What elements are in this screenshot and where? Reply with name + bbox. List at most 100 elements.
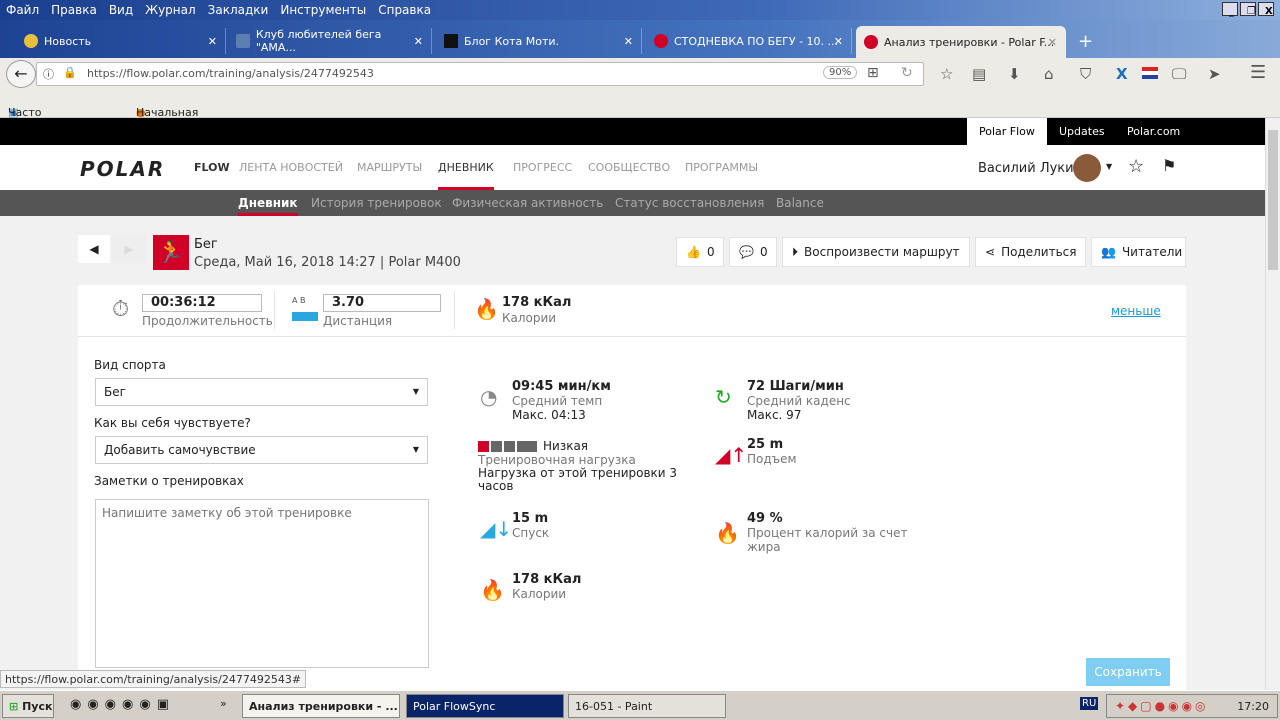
previous-session-button[interactable]: ◀ [78,235,110,263]
nav-routes[interactable]: МАРШРУТЫ [357,161,422,174]
duration-field[interactable]: 00:36:12 [142,294,262,312]
bookmarks-bar: ▣ Часто посещаемые ● Начальная страница [0,90,1280,132]
avatar[interactable] [1073,154,1101,182]
share-icon: ⋖ [985,245,996,259]
summary-row: ⏱ 00:36:12 Продолжительность A B 3.70 Ди… [78,285,1186,337]
subnav-history[interactable]: История тренировок [311,196,442,210]
sub-navigation: Дневник История тренировок Физическая ак… [0,190,1265,216]
zoom-level[interactable]: 90% [823,66,858,79]
menu-bookmarks[interactable]: Закладки [202,0,275,17]
feeling-label: Как вы себя чувствуете? [94,416,251,430]
sport-select[interactable]: Бег [95,378,428,406]
minimize-button[interactable]: _ [1222,2,1238,17]
subnav-balance[interactable]: Balance [776,196,824,210]
cat-icon [444,34,458,48]
nav-community[interactable]: СООБЩЕСТВО [588,161,670,174]
tab-stodnevka[interactable]: СТОДНЕВКА ПО БЕГУ - 10. ... ✕ [646,28,852,54]
send-icon[interactable]: ➤ [1208,65,1221,83]
favorites-star-icon[interactable]: ☆ [1128,156,1144,177]
status-url-tooltip: https://flow.polar.com/training/analysis… [0,670,307,688]
notes-textarea[interactable] [95,499,429,668]
subnav-recovery[interactable]: Статус восстановления [615,196,764,210]
reload-icon[interactable]: ↻ [901,65,913,81]
nav-feed[interactable]: ЛЕНТА НОВОСТЕЙ [239,161,343,174]
save-button[interactable]: Сохранить [1086,658,1170,686]
close-tab-icon[interactable]: ✕ [624,35,633,48]
tab-news[interactable]: Новость ✕ [16,28,226,54]
close-tab-icon[interactable]: ✕ [208,35,217,48]
comments-button[interactable]: 💬 0 [729,237,777,267]
url-text: https://flow.polar.com/training/analysis… [87,67,374,80]
more-icon[interactable]: » [220,697,227,710]
menu-file[interactable]: Файл [0,0,45,17]
x-extension-icon[interactable]: X [1116,65,1128,83]
scroll-thumb[interactable] [1268,130,1278,270]
restore-button[interactable]: ❐ [1240,2,1256,17]
tray-icons[interactable]: ✦◆▢●◉◉◎ [1115,699,1209,713]
reading-list-icon[interactable]: ▤ [972,65,986,83]
share-button[interactable]: ⋖ Поделиться [975,237,1086,267]
home-icon[interactable]: ⌂ [1044,65,1054,83]
menu-history[interactable]: Журнал [139,0,202,17]
back-button[interactable]: ← [6,60,36,88]
close-tab-icon[interactable]: ✕ [1048,36,1057,49]
nav-programs[interactable]: ПРОГРАММЫ [685,161,758,174]
ab-label: A B [292,296,306,305]
polar-flow-link[interactable]: Polar Flow [967,118,1047,145]
load-bar: Низкая [478,439,678,453]
close-tab-icon[interactable]: ✕ [414,35,423,48]
menu-tools[interactable]: Инструменты [274,0,372,17]
tab-blog[interactable]: Блог Кота Моти. ✕ [436,28,642,54]
task-paint[interactable]: 16-051 - Paint [568,694,726,718]
readers-button[interactable]: 👥 Читатели [1091,237,1186,267]
downloads-icon[interactable]: ⬇ [1008,65,1021,83]
tab-analysis[interactable]: Анализ тренировки - Polar F... ✕ [856,26,1066,58]
pocket-icon[interactable]: ⛉ [1080,65,1091,83]
menu-view[interactable]: Вид [103,0,139,17]
next-session-button[interactable]: ▶ [112,235,146,263]
lock-icon: 🔒 [63,66,77,79]
feeling-select[interactable]: Добавить самочувствие [95,436,428,464]
quick-launch-icons[interactable]: ◉◉◉◉◉▣ [70,697,175,712]
replay-route-button[interactable]: ⏵ Воспроизвести маршрут [782,237,970,267]
distance-field[interactable]: 3.70 [323,294,441,312]
menu-edit[interactable]: Правка [45,0,103,17]
page-scrollbar[interactable] [1265,118,1280,690]
reader-view-icon[interactable]: ⊞ [867,65,879,81]
metric-ascent: ◢↑ 25 m Подъем [715,437,797,467]
calories-label: Калории [502,311,557,325]
info-icon[interactable]: ⓘ [43,66,54,82]
updates-link[interactable]: Updates [1047,118,1117,145]
subnav-diary[interactable]: Дневник [238,196,298,216]
hamburger-menu-icon[interactable]: ☰ [1250,62,1266,83]
user-dropdown-icon[interactable]: ▼ [1106,162,1112,171]
menu-bar: Файл Правка Вид Журнал Закладки Инструменты Сп… [0,0,1280,20]
task-firefox[interactable]: Анализ тренировки - ... [242,694,400,718]
taskbar: ⊞ Пуск ◉◉◉◉◉▣ » Анализ тренировки - ... … [0,690,1280,720]
like-button[interactable]: 👍 0 [676,237,724,267]
show-less-link[interactable]: меньше [1111,304,1161,318]
clock[interactable]: 17:20 [1237,700,1269,713]
notifications-icon[interactable]: ⚑ [1162,156,1176,175]
address-bar[interactable]: ⓘ 🔒 https://flow.polar.com/training/anal… [36,62,924,86]
polar-logo[interactable]: POLAR [80,157,165,181]
nav-progress[interactable]: ПРОГРЕСС [513,161,572,174]
flag-extension-icon[interactable] [1142,67,1158,79]
polar-icon [654,34,668,48]
start-button[interactable]: ⊞ Пуск [2,694,54,718]
new-tab-button[interactable]: + [1070,28,1101,54]
screen-icon[interactable]: 🖵 [1172,65,1186,83]
system-tray: ✦◆▢●◉◉◎ 17:20 [1106,694,1278,718]
close-tab-icon[interactable]: ✕ [834,35,843,48]
menu-help[interactable]: Справка [372,0,437,17]
subnav-activity[interactable]: Физическая активность [452,196,603,210]
task-flowsync[interactable]: Polar FlowSync [406,694,564,718]
polar-com-link[interactable]: Polar.com [1115,118,1192,145]
nav-diary[interactable]: ДНЕВНИК [438,161,494,190]
notes-label: Заметки о тренировках [94,474,244,488]
user-name[interactable]: Василий Лукин [978,161,1082,176]
close-window-button[interactable]: X [1258,2,1274,17]
language-indicator[interactable]: RU [1080,697,1099,710]
bookmark-star-icon[interactable]: ☆ [940,65,953,83]
tab-vk[interactable]: Клуб любителей бега "АМА... ✕ [228,28,432,54]
